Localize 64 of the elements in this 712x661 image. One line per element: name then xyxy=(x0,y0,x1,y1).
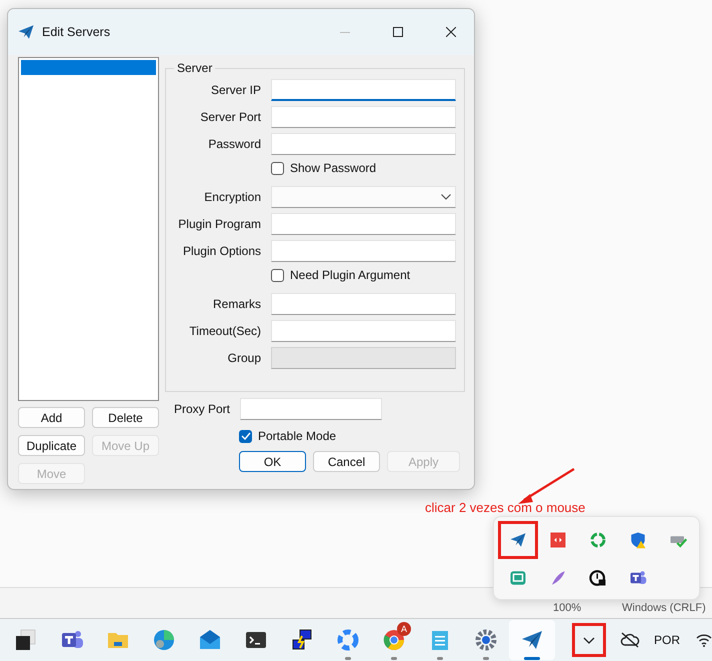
checkbox-box[interactable] xyxy=(271,162,284,174)
line-ending: Windows (CRLF) xyxy=(622,602,706,614)
maximize-icon xyxy=(393,27,403,37)
input-field[interactable] xyxy=(271,133,456,155)
field-label: Encryption xyxy=(203,190,261,204)
field-label: Timeout(Sec) xyxy=(188,324,261,338)
checkbox[interactable]: Portable Mode xyxy=(239,429,465,443)
checkbox[interactable]: Show Password xyxy=(271,161,456,175)
field-label: Remarks xyxy=(212,297,261,311)
list-button[interactable]: Duplicate xyxy=(18,435,85,456)
wifi-icon[interactable] xyxy=(696,633,712,647)
language-indicator[interactable]: POR xyxy=(654,633,680,647)
show-hidden-icons-button[interactable] xyxy=(572,623,606,657)
running-indicator xyxy=(524,657,540,660)
field-label: Server IP xyxy=(210,83,261,97)
field-label: Plugin Options xyxy=(182,244,261,258)
field-label: Group xyxy=(226,351,261,365)
browser-icon xyxy=(152,628,176,652)
input-field[interactable] xyxy=(271,320,456,342)
window-title: Edit Servers xyxy=(42,25,110,39)
running-indicator xyxy=(483,657,489,660)
chevron-up-icon xyxy=(582,636,595,644)
zoom-level: 100% xyxy=(553,602,582,614)
mail-icon xyxy=(198,628,222,652)
running-indicator xyxy=(437,657,443,660)
dropdown-field[interactable] xyxy=(271,186,456,208)
input-field[interactable] xyxy=(271,106,456,128)
field-label: Plugin Program xyxy=(177,217,261,231)
running-indicator xyxy=(345,657,351,660)
notification-badge: A xyxy=(397,622,411,636)
annotation-text: clicar 2 vezes com o mouse xyxy=(425,500,586,515)
field-label: Server Port xyxy=(199,110,261,124)
input-field[interactable] xyxy=(271,240,456,262)
settings-icon xyxy=(474,628,498,652)
team-chat-icon xyxy=(629,569,647,587)
input-field[interactable] xyxy=(271,79,456,101)
chevron-down-icon xyxy=(441,194,451,200)
checkbox-box[interactable] xyxy=(239,430,252,442)
shield-warning-icon xyxy=(629,531,647,549)
network-computers-icon xyxy=(290,628,314,652)
list-button[interactable]: Add xyxy=(18,407,85,428)
arrow xyxy=(516,467,576,507)
screen-share-icon xyxy=(509,569,527,587)
input-field[interactable] xyxy=(271,213,456,235)
group-title: Server xyxy=(176,61,214,75)
close-icon xyxy=(446,27,456,37)
field-label: Proxy Port xyxy=(174,402,230,416)
checkbox-box[interactable] xyxy=(271,268,284,282)
cloud-off-icon[interactable] xyxy=(620,632,640,648)
task-view-icon xyxy=(14,628,38,652)
dialog-button[interactable]: Cancel xyxy=(313,451,380,472)
list-button[interactable]: Delete xyxy=(92,407,159,428)
dialog-button[interactable]: OK xyxy=(239,451,306,472)
remote-arrows-icon xyxy=(549,531,567,549)
paper-plane-icon xyxy=(509,531,527,549)
paper-plane-icon xyxy=(17,23,35,41)
taskbar-app-button[interactable]: A xyxy=(371,620,417,660)
input-field[interactable] xyxy=(271,293,456,315)
running-indicator xyxy=(391,657,397,660)
field-label: Password xyxy=(207,137,261,151)
checkbox[interactable]: Need Plugin Argument xyxy=(271,268,456,282)
clock-lock-icon xyxy=(589,569,607,587)
input-field[interactable] xyxy=(240,398,382,420)
server-list[interactable] xyxy=(18,57,159,401)
